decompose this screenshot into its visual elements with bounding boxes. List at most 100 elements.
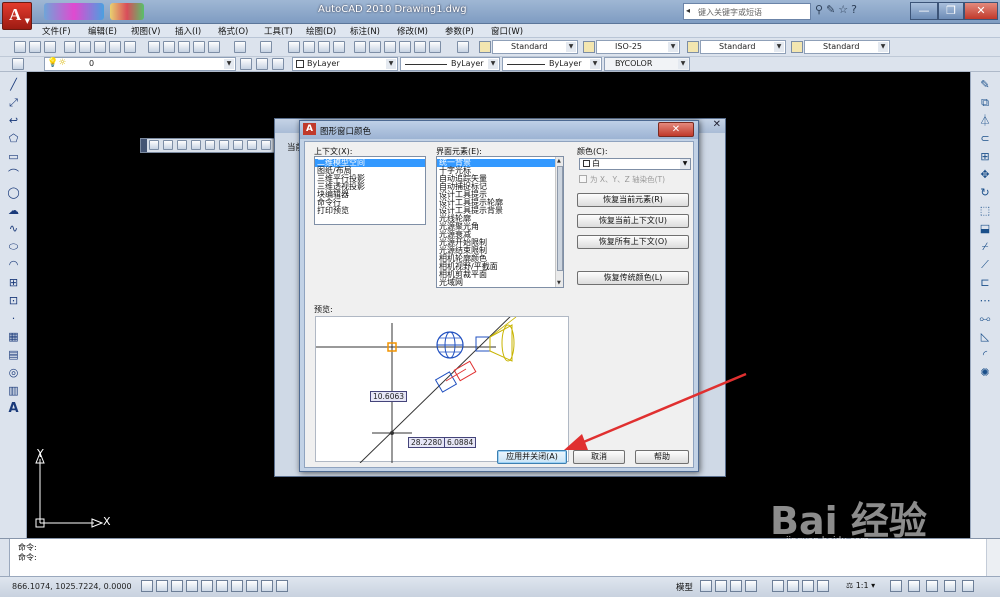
tools-icon[interactable]: ✎ bbox=[826, 3, 838, 16]
toolbar-lock-icon[interactable] bbox=[926, 580, 938, 592]
plot-preview-icon[interactable] bbox=[79, 41, 91, 53]
diameter-icon[interactable] bbox=[233, 140, 243, 150]
zoom-previous-icon[interactable] bbox=[333, 41, 345, 53]
markup-icon[interactable] bbox=[414, 41, 426, 53]
restore-current-element-button[interactable]: 恢复当前元素(R) bbox=[577, 193, 689, 207]
polyline-icon[interactable]: ↩ bbox=[7, 114, 20, 127]
element-list-scrollbar[interactable]: ▲ ▼ bbox=[555, 157, 563, 287]
maximize-button[interactable]: ❐ bbox=[938, 2, 964, 20]
fillet-icon[interactable]: ◜ bbox=[978, 348, 992, 362]
dimension-toolbar[interactable] bbox=[140, 138, 276, 153]
table-style-combo[interactable]: Standard ▼ bbox=[687, 40, 786, 54]
jogged-icon[interactable] bbox=[219, 140, 229, 150]
menu-parametric[interactable]: 参数(P) bbox=[445, 25, 474, 37]
aligned-dim-icon[interactable] bbox=[163, 140, 173, 150]
rotate-icon[interactable]: ↻ bbox=[978, 186, 992, 200]
annotation-visibility-icon[interactable] bbox=[890, 580, 902, 592]
quick-access-toolbar-2[interactable] bbox=[110, 3, 144, 20]
quick-dim-icon[interactable] bbox=[261, 140, 271, 150]
object-snap-icon[interactable] bbox=[201, 580, 213, 592]
layer-properties-icon[interactable] bbox=[12, 58, 24, 70]
allow-ucs-icon[interactable] bbox=[231, 580, 243, 592]
paste-icon[interactable] bbox=[178, 41, 190, 53]
workspace-switching-icon[interactable] bbox=[908, 580, 920, 592]
infocenter-icons[interactable]: ⚲✎☆? bbox=[815, 3, 860, 16]
close-icon[interactable]: ✕ bbox=[713, 119, 721, 130]
line-icon[interactable]: ╱ bbox=[7, 78, 20, 91]
annotation-scale[interactable]: ⚖ 1:1 ▾ bbox=[846, 581, 875, 590]
quick-access-toolbar[interactable] bbox=[44, 3, 104, 20]
object-snap-tracking-icon[interactable] bbox=[216, 580, 228, 592]
application-menu-button[interactable]: A ▼ bbox=[2, 2, 32, 30]
explode-icon[interactable]: ✺ bbox=[978, 366, 992, 380]
steeringwheel-icon[interactable] bbox=[802, 580, 814, 592]
ellipse-icon[interactable]: ⬭ bbox=[7, 240, 20, 253]
layer-combo[interactable]: 💡☼ 0 ▼ bbox=[44, 57, 236, 71]
isolate-objects-icon[interactable] bbox=[944, 580, 956, 592]
region-icon[interactable]: ◎ bbox=[7, 366, 20, 379]
properties-icon[interactable] bbox=[354, 41, 366, 53]
scroll-thumb[interactable] bbox=[557, 166, 563, 271]
open-icon[interactable] bbox=[29, 41, 41, 53]
showmotion-icon[interactable] bbox=[817, 580, 829, 592]
text-style-combo[interactable]: Standard ▼ bbox=[479, 40, 578, 54]
layout-2-icon[interactable] bbox=[730, 580, 742, 592]
new-icon[interactable] bbox=[14, 41, 26, 53]
layout-1-icon[interactable] bbox=[715, 580, 727, 592]
list-item[interactable]: 打印预览 bbox=[315, 207, 425, 215]
spline-icon[interactable]: ∿ bbox=[7, 222, 20, 235]
tint-xyz-checkbox[interactable]: 为 X、Y、Z 轴染色(T) bbox=[579, 174, 665, 185]
menu-window[interactable]: 窗口(W) bbox=[491, 25, 523, 37]
angular-icon[interactable] bbox=[247, 140, 257, 150]
coordinates-readout[interactable]: 866.1074, 1025.7224, 0.0000 bbox=[12, 582, 132, 591]
menu-dimension[interactable]: 标注(N) bbox=[350, 25, 380, 37]
dim-style-combo[interactable]: ISO-25 ▼ bbox=[583, 40, 680, 54]
restore-classic-colors-button[interactable]: 恢复传统颜色(L) bbox=[577, 271, 689, 285]
insert-block-icon[interactable]: ⊞ bbox=[7, 276, 20, 289]
move-icon[interactable]: ✥ bbox=[978, 168, 992, 182]
make-current-layer-icon[interactable] bbox=[240, 58, 252, 70]
extend-icon[interactable]: ⟋ bbox=[978, 258, 992, 272]
revision-cloud-icon[interactable]: ☁ bbox=[7, 204, 20, 217]
minimize-button[interactable]: — bbox=[910, 2, 938, 20]
layout-icon[interactable] bbox=[700, 580, 712, 592]
model-tab[interactable]: 模型 bbox=[676, 581, 693, 593]
command-prompt[interactable]: 命令: bbox=[18, 552, 37, 563]
restore-all-contexts-button[interactable]: 恢复所有上下文(O) bbox=[577, 235, 689, 249]
scroll-up-icon[interactable]: ▲ bbox=[557, 158, 561, 164]
chamfer-icon[interactable]: ◺ bbox=[978, 330, 992, 344]
menu-tools[interactable]: 工具(T) bbox=[264, 25, 293, 37]
scroll-down-icon[interactable]: ▼ bbox=[557, 280, 561, 286]
zoom-icon[interactable] bbox=[787, 580, 799, 592]
close-button[interactable]: ✕ bbox=[964, 2, 998, 20]
polar-tracking-icon[interactable] bbox=[186, 580, 198, 592]
dialog-close-button[interactable]: ✕ bbox=[658, 122, 694, 137]
sheet-set-icon[interactable] bbox=[124, 41, 136, 53]
menu-edit[interactable]: 编辑(E) bbox=[88, 25, 117, 37]
menu-file[interactable]: 文件(F) bbox=[42, 25, 71, 37]
block-editor-icon[interactable] bbox=[208, 41, 220, 53]
radius-icon[interactable] bbox=[205, 140, 215, 150]
erase-icon[interactable]: ✎ bbox=[978, 78, 992, 92]
match-properties-icon[interactable] bbox=[193, 41, 205, 53]
help-icon[interactable]: ? bbox=[851, 3, 860, 16]
offset-icon[interactable]: ⊂ bbox=[978, 132, 992, 146]
break-at-point-icon[interactable]: ⊏ bbox=[978, 276, 992, 290]
toolbar-grip[interactable] bbox=[141, 139, 147, 152]
trim-icon[interactable]: ⌿ bbox=[978, 240, 992, 254]
redo-icon[interactable] bbox=[260, 41, 272, 53]
multiline-text-icon[interactable]: A bbox=[7, 402, 20, 415]
save-icon[interactable] bbox=[44, 41, 56, 53]
plot-icon[interactable] bbox=[64, 41, 76, 53]
polygon-icon[interactable]: ⬠ bbox=[7, 132, 20, 145]
maximize-viewport-icon[interactable] bbox=[745, 580, 757, 592]
arc-icon[interactable]: ⌒ bbox=[7, 168, 20, 181]
layer-states-icon[interactable] bbox=[272, 58, 284, 70]
hatch-icon[interactable]: ▦ bbox=[7, 330, 20, 343]
quickcalc-icon[interactable] bbox=[429, 41, 441, 53]
command-line-scrollbar[interactable] bbox=[986, 539, 1000, 577]
cut-icon[interactable] bbox=[148, 41, 160, 53]
linear-dim-icon[interactable] bbox=[149, 140, 159, 150]
lineweight-combo[interactable]: ByLayer ▼ bbox=[502, 57, 602, 71]
copy-object-icon[interactable]: ⧉ bbox=[978, 96, 992, 110]
